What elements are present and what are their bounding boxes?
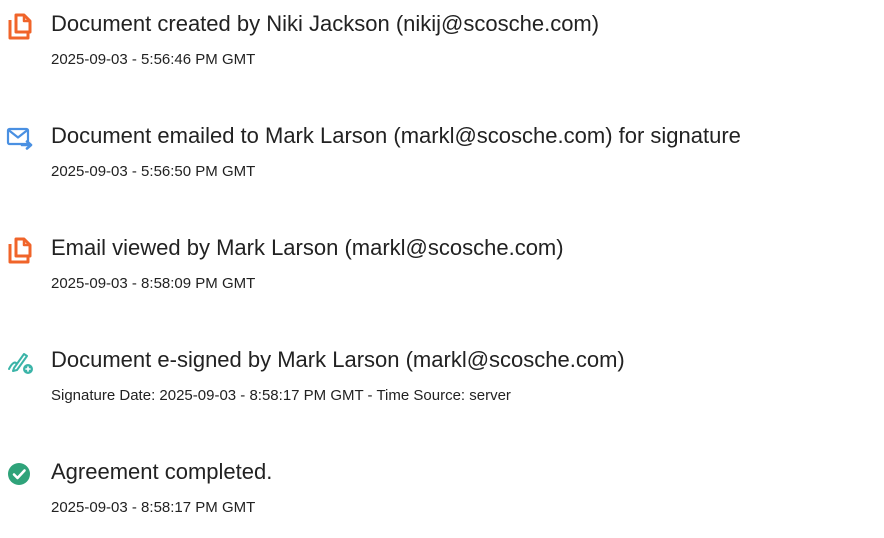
event-title: Email viewed by Mark Larson (markl@scosc… <box>51 235 564 260</box>
event-document-emailed: Document emailed to Mark Larson (markl@s… <box>0 122 884 202</box>
event-title: Agreement completed. <box>51 459 273 484</box>
check-circle-icon <box>6 460 34 488</box>
event-email-viewed: Email viewed by Mark Larson (markl@scosc… <box>0 234 884 314</box>
event-title: Document emailed to Mark Larson (markl@s… <box>51 123 741 148</box>
document-icon <box>6 236 34 264</box>
event-title: Document created by Niki Jackson (nikij@… <box>51 11 600 36</box>
event-agreement-completed: Agreement completed. 2025-09-03 - 8:58:1… <box>0 458 884 538</box>
event-timestamp: 2025-09-03 - 8:58:09 PM GMT <box>51 275 256 292</box>
event-signature-date: Signature Date: 2025-09-03 - 8:58:17 PM … <box>51 387 511 404</box>
event-document-signed: Document e-signed by Mark Larson (markl@… <box>0 346 884 426</box>
event-timestamp: 2025-09-03 - 5:56:50 PM GMT <box>51 163 256 180</box>
event-document-created: Document created by Niki Jackson (nikij@… <box>0 10 884 90</box>
event-timestamp: 2025-09-03 - 5:56:46 PM GMT <box>51 51 256 68</box>
document-icon <box>6 12 34 40</box>
pen-signature-icon <box>6 348 34 376</box>
email-send-icon <box>6 124 34 152</box>
event-title: Document e-signed by Mark Larson (markl@… <box>51 347 625 372</box>
event-timestamp: 2025-09-03 - 8:58:17 PM GMT <box>51 499 256 516</box>
